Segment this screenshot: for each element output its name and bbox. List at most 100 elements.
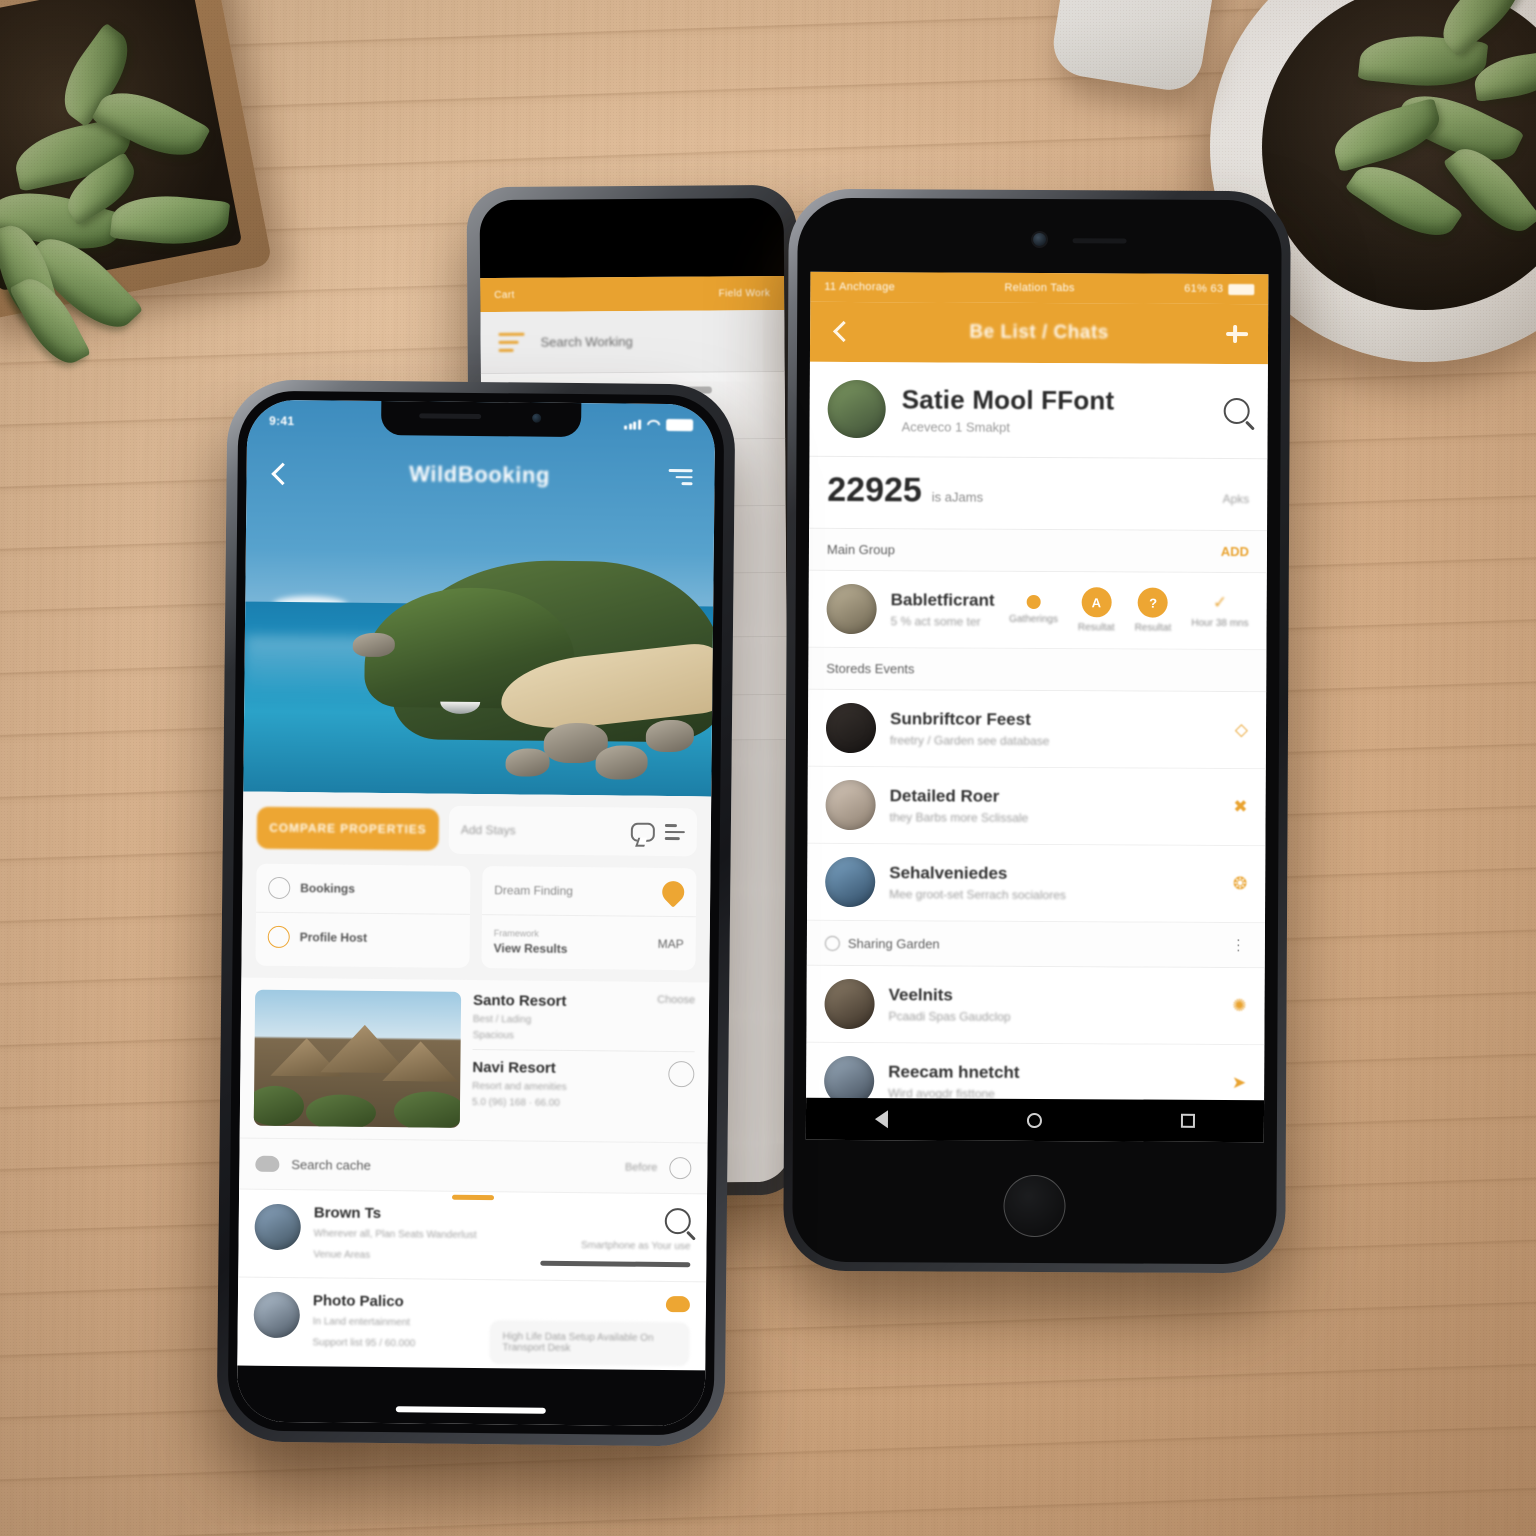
list-item-subtitle: they Barbs more Sclissale — [889, 810, 1029, 825]
profile-header[interactable]: Satie Mool FFont Aceveco 1 Smakpt — [809, 361, 1268, 460]
ribbon-icon[interactable]: ❂ — [1233, 874, 1247, 894]
kebab-menu-icon[interactable]: ⋮ — [1231, 936, 1247, 954]
list-item-title: Veelnits — [888, 985, 953, 1005]
search-cache-row[interactable]: Search cache Before — [239, 1137, 708, 1194]
cloud-icon[interactable] — [669, 1157, 692, 1180]
battery-icon — [666, 418, 694, 432]
list-item-title: Sehalveniedes — [889, 863, 1008, 883]
search-input[interactable]: Add Stays — [448, 805, 698, 857]
avatar — [825, 702, 877, 754]
chevron-left-icon[interactable] — [268, 462, 290, 484]
left-nav-row: WildBooking — [268, 460, 693, 490]
avatar — [825, 856, 876, 908]
plus-icon[interactable] — [1224, 321, 1250, 347]
wifi-icon — [647, 420, 660, 430]
status-time: 9:41 — [269, 413, 295, 429]
quick-card-overline: Framework — [493, 928, 539, 939]
page-title: Be List / Chats — [969, 321, 1109, 344]
search-icon[interactable] — [1223, 397, 1250, 425]
add-button[interactable]: ADD — [1221, 544, 1249, 559]
search-placeholder: Add Stays — [460, 822, 516, 838]
nav-recents-icon[interactable] — [1180, 1113, 1195, 1128]
sliders-icon[interactable] — [664, 824, 685, 840]
listing-card[interactable]: Choose Santo Resort Best / Lading Spacio… — [239, 977, 710, 1143]
chip-row: Gatherings A Resultat ? Resultat ✓ Hour … — [1009, 587, 1249, 634]
tag-icon[interactable]: ◇ — [1235, 720, 1248, 740]
middle-search-bar[interactable]: Search Working — [480, 309, 785, 375]
list-item[interactable]: Detailed Roer they Barbs more Sclissale … — [807, 766, 1266, 847]
clock-icon — [268, 876, 291, 900]
contact-text: Photo Palico In Land entertainment Suppo… — [312, 1292, 477, 1353]
section-label: Sharing Garden — [824, 935, 940, 951]
arrow-icon[interactable]: ➤ — [1232, 1073, 1246, 1093]
scissors-icon[interactable]: ✖ — [1233, 797, 1247, 817]
chip-label: Hour 38 mns — [1191, 617, 1249, 630]
list-item[interactable]: Sehalveniedes Mee groot-set Serrach soci… — [807, 843, 1266, 924]
clock-icon — [824, 935, 840, 951]
section-header-main-group: Main Group ADD — [808, 528, 1268, 574]
refresh-icon[interactable] — [668, 1061, 695, 1088]
hamburger-icon[interactable] — [498, 332, 525, 352]
contact-name: Brown Ts — [313, 1204, 382, 1223]
stat-value: 22925 — [827, 470, 922, 510]
quick-card-row-dream[interactable]: Dream Finding — [481, 866, 697, 918]
section-header-stored-events: Storeds Events — [808, 647, 1267, 693]
highlight-row[interactable]: Babletficrant 5 % act some ter Gathering… — [808, 570, 1267, 651]
chevron-left-icon[interactable] — [828, 319, 854, 345]
listing-meta-1: Best / Lading — [472, 1013, 532, 1026]
compare-properties-button[interactable]: COMPARE PROPERTIES — [256, 806, 440, 851]
avatar — [254, 1203, 301, 1251]
avatar — [253, 1291, 301, 1339]
quick-card-row-results[interactable]: Framework View Results MAP — [481, 915, 696, 970]
contact-row[interactable]: Photo Palico In Land entertainment Suppo… — [237, 1276, 707, 1381]
front-camera-icon — [1033, 232, 1047, 247]
nav-back-icon[interactable] — [875, 1110, 889, 1129]
contact-row[interactable]: Brown Ts Wherever all, Plan Seats Wander… — [238, 1188, 708, 1282]
home-button[interactable] — [1003, 1174, 1066, 1238]
contact-name: Photo Palico — [312, 1292, 404, 1311]
cloud-icon[interactable] — [665, 1296, 690, 1313]
listing-secondary-text: Navi Resort Resort and amenities 5.0 (96… — [472, 1059, 669, 1110]
filter-icon[interactable] — [668, 469, 693, 486]
contact-line-2: Venue Areas — [313, 1249, 371, 1261]
chat-bubble-icon[interactable] — [630, 822, 655, 842]
listing-meta-2: Spacious — [472, 1029, 514, 1042]
quick-card-right: Dream Finding Framework View Results MAP — [481, 866, 697, 971]
list-item[interactable]: Sunbriftcor Feest freetry / Garden see d… — [807, 689, 1267, 770]
listing-title: Santo Resort — [472, 991, 567, 1010]
quick-card-label: View Results — [493, 941, 568, 956]
right-app-bar: Be List / Chats — [809, 301, 1269, 365]
profile-subtitle: Aceveco 1 Smakpt — [901, 419, 1011, 435]
chip[interactable]: Gatherings — [1009, 594, 1058, 626]
contact-trailing: High Life Data Setup Available On Transp… — [489, 1294, 690, 1367]
quick-card-row-profile[interactable]: Profile Host — [255, 913, 469, 963]
right-phone-bezel: 11 Anchorage Relation Tabs 61% 63 Be Lis… — [792, 197, 1282, 1265]
chip[interactable]: ✓ Hour 38 mns — [1191, 593, 1248, 629]
search-cache-value: Before — [624, 1161, 658, 1174]
search-icon[interactable] — [664, 1207, 691, 1235]
status-right: 61% 63 — [1184, 283, 1255, 295]
quick-card-row-bookings[interactable]: Bookings — [255, 863, 471, 915]
quick-card-grid: Bookings Profile Host Dream Finding Fram… — [241, 863, 711, 983]
avatar — [825, 779, 876, 831]
nav-home-icon[interactable] — [1026, 1112, 1042, 1128]
right-status-bar: 11 Anchorage Relation Tabs 61% 63 — [810, 271, 1269, 305]
chip[interactable]: ? Resultat — [1135, 587, 1172, 634]
middle-top-bar-left: Cart — [494, 289, 515, 301]
chip-label: Gatherings — [1009, 613, 1058, 626]
hero-image: 9:41 WildBooking — [243, 399, 716, 797]
earpiece-speaker — [1072, 238, 1127, 244]
person-icon — [267, 925, 290, 949]
profile-name: Satie Mool FFont — [901, 384, 1115, 416]
chip-label: Resultat — [1077, 622, 1115, 634]
contact-right-text: Smartphone as Your use — [580, 1240, 691, 1253]
stat-unit: is aJams — [931, 489, 984, 505]
tab-indicator — [451, 1194, 495, 1201]
chip[interactable]: A Resultat — [1078, 587, 1115, 633]
middle-top-bar-right: Field Work — [718, 287, 771, 299]
list-item[interactable]: Veelnits Pcaadi Spas Gaudclop ✺ — [806, 965, 1265, 1046]
contact-line-1: In Land entertainment — [312, 1316, 411, 1329]
avatar — [824, 978, 875, 1030]
inline-field[interactable]: High Life Data Setup Available On Transp… — [489, 1320, 690, 1367]
sparkle-icon[interactable]: ✺ — [1232, 996, 1246, 1016]
